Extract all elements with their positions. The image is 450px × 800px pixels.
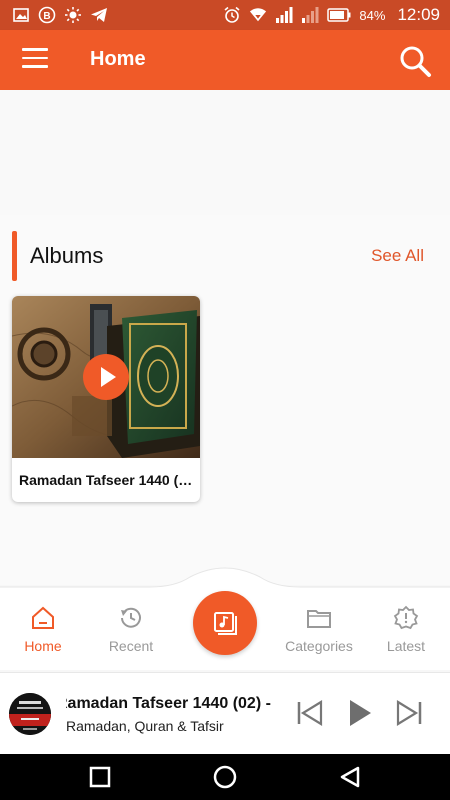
brightness-icon: [64, 6, 82, 24]
banner-area: [0, 90, 450, 215]
now-playing-title: Ramadan Tafseer 1440 (02) -: [66, 695, 271, 712]
album-card[interactable]: Ramadan Tafseer 1440 (02): [12, 296, 200, 502]
back-triangle-icon: [340, 766, 360, 788]
clock: 12:09: [397, 5, 440, 24]
home-system-button[interactable]: [213, 765, 237, 789]
battery-percentage: 84%: [359, 7, 386, 23]
latest-badge-icon: [393, 605, 419, 630]
square-icon: [89, 766, 111, 788]
battery-icon: [327, 6, 351, 24]
mini-player[interactable]: Ramadan Tafseer 1440 (02) - Ramadan, Qur…: [0, 672, 450, 754]
folder-icon: [307, 610, 331, 628]
see-all-link[interactable]: See All: [371, 246, 424, 266]
next-track-button[interactable]: [394, 697, 424, 729]
now-playing-subtitle: Ramadan, Quran & Tafsir: [66, 718, 224, 734]
history-icon: [121, 607, 141, 628]
signal-icon: [275, 6, 293, 24]
hamburger-menu-icon[interactable]: [22, 48, 48, 70]
recent-apps-button[interactable]: [88, 765, 112, 789]
now-playing-thumbnail: [9, 693, 51, 735]
section-title: Albums: [30, 243, 104, 268]
section-accent-bar: [12, 231, 17, 281]
circle-icon: [213, 765, 237, 789]
nav-label-recent: Recent: [108, 638, 154, 654]
albums-section: Albums See All Ramadan Tafseer 1440 (02): [0, 215, 450, 585]
system-navigation-bar: [0, 754, 450, 800]
search-icon[interactable]: [398, 44, 432, 78]
page-title: Home: [90, 48, 146, 70]
music-library-button[interactable]: [193, 591, 257, 655]
b-badge-icon: B: [38, 6, 56, 24]
play-button[interactable]: [345, 697, 375, 729]
home-icon: [32, 606, 54, 629]
previous-track-button[interactable]: [295, 697, 325, 729]
nav-item-latest[interactable]: Latest: [361, 605, 450, 665]
play-icon: [101, 367, 116, 387]
skip-previous-icon: [297, 700, 323, 726]
album-title: Ramadan Tafseer 1440 (02): [19, 472, 195, 488]
telegram-icon: [90, 6, 108, 24]
nav-item-categories[interactable]: Categories: [274, 605, 364, 665]
status-left-icons: B: [12, 6, 108, 24]
nav-label-categories: Categories: [285, 638, 353, 654]
bottom-navigation: Home Recent Categories Latest: [0, 565, 450, 670]
nav-label-home: Home: [24, 638, 62, 654]
nav-label-latest: Latest: [386, 638, 426, 654]
status-bar: B 84% 12:09: [0, 0, 450, 30]
wifi-icon: [249, 6, 267, 24]
signal-weak-icon: [301, 6, 319, 24]
play-icon: [350, 700, 371, 726]
skip-next-icon: [396, 700, 422, 726]
app-bar: Home: [0, 30, 450, 90]
nav-item-home[interactable]: Home: [0, 605, 88, 665]
nav-item-recent[interactable]: Recent: [86, 605, 176, 665]
alarm-icon: [223, 6, 241, 24]
back-system-button[interactable]: [338, 765, 362, 789]
music-library-icon: [214, 612, 237, 635]
gallery-icon: [12, 6, 30, 24]
play-album-button[interactable]: [83, 354, 129, 400]
status-right-icons: 84% 12:09: [223, 4, 440, 26]
svg-text:B: B: [43, 11, 50, 22]
